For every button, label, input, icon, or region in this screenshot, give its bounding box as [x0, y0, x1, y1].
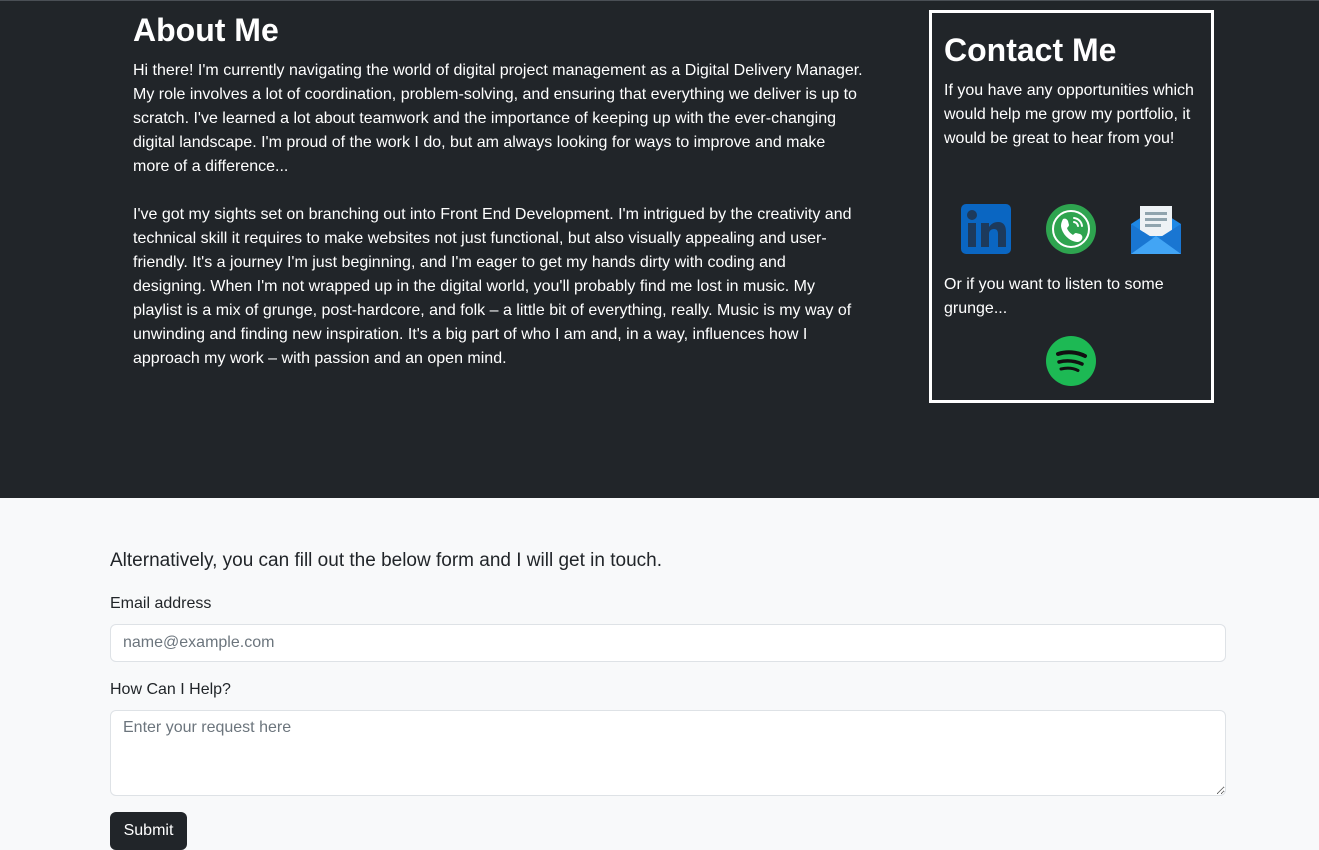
email-icon[interactable]: [1131, 204, 1181, 254]
contact-title: Contact Me: [944, 32, 1117, 68]
about-paragraph-1: Hi there! I'm currently navigating the w…: [133, 62, 863, 175]
email-label: Email address: [110, 595, 212, 612]
about-block: About Me Hi there! I'm currently navigat…: [133, 11, 863, 371]
about-paragraph-2: I've got my sights set on branching out …: [133, 206, 852, 367]
about-section: About Me Hi there! I'm currently navigat…: [0, 0, 1319, 498]
submit-button[interactable]: Submit: [110, 812, 187, 850]
request-textarea[interactable]: [110, 710, 1226, 796]
contact-intro: If you have any opportunities which woul…: [944, 82, 1194, 147]
contact-outro: Or if you want to listen to some grunge.…: [944, 276, 1164, 317]
phone-icon[interactable]: [1046, 204, 1096, 254]
contact-card: Contact Me If you have any opportunities…: [929, 10, 1214, 403]
spotify-icon[interactable]: [1046, 336, 1096, 386]
about-title: About Me: [133, 12, 279, 48]
linkedin-icon[interactable]: [961, 204, 1011, 254]
help-label: How Can I Help?: [110, 681, 231, 698]
email-field[interactable]: [110, 624, 1226, 662]
form-lead: Alternatively, you can fill out the belo…: [110, 550, 662, 571]
